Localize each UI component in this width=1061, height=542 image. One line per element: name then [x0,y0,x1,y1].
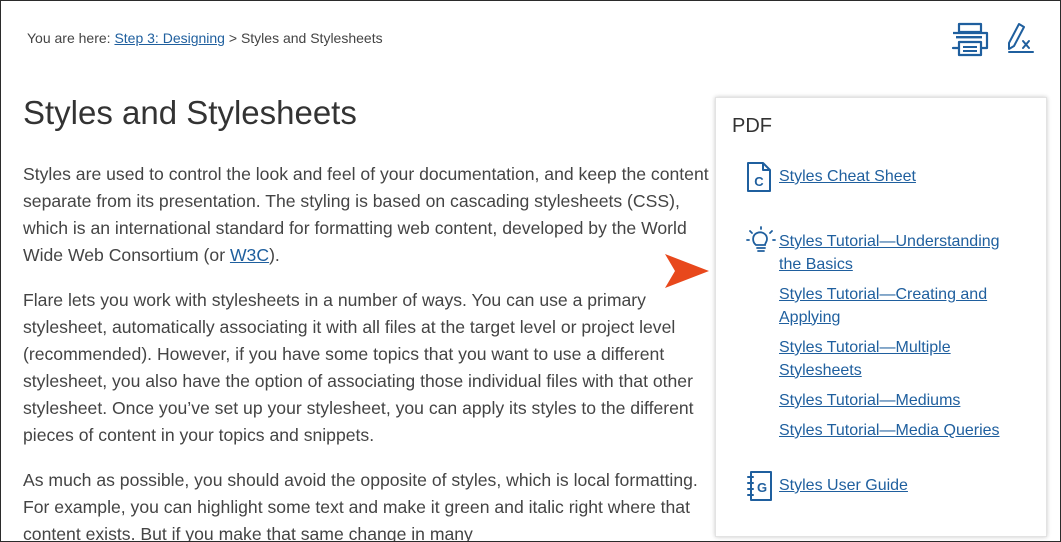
breadcrumb-separator: > [224,30,241,46]
cheat-sheet-icon-letter: C [754,174,764,189]
link-styles-cheat-sheet[interactable]: Styles Cheat Sheet [779,166,1019,189]
paragraph-flare: Flare lets you work with stylesheets in … [23,290,694,445]
breadcrumb-current: Styles and Stylesheets [240,30,383,46]
cheat-sheet-icon: C [747,162,771,192]
pdf-heading: PDF [732,115,772,137]
paragraph-local-formatting: As much as possible, you should avoid th… [23,470,698,542]
paragraph-intro-end: ). [269,245,280,265]
link-tutorial-understanding-basics[interactable]: Styles Tutorial—Understanding the Basics [779,231,1019,276]
breadcrumb-prefix: You are here: [27,30,115,46]
print-icon[interactable] [950,21,990,57]
breadcrumb: You are here: Step 3: Designing > Styles… [27,30,383,46]
user-guide-icon: G [747,471,772,501]
link-tutorial-mediums[interactable]: Styles Tutorial—Mediums [779,390,1019,413]
w3c-link[interactable]: W3C [230,245,269,265]
paragraph-intro-text: Styles are used to control the look and … [23,164,709,265]
pdf-panel: PDF C Styles Cheat Sheet Styles Tutorial… [715,97,1047,537]
user-guide-icon-letter: G [757,480,767,495]
clear-highlight-icon[interactable] [1006,21,1036,57]
link-tutorial-media-queries[interactable]: Styles Tutorial—Media Queries [779,420,1019,443]
page-frame: You are here: Step 3: Designing > Styles… [0,0,1061,542]
paragraph-intro: Styles are used to control the look and … [23,161,713,269]
arrow-pointer-icon [665,254,709,288]
page-title: Styles and Stylesheets [23,94,357,131]
link-tutorial-creating-applying[interactable]: Styles Tutorial—Creating and Applying [779,284,1019,329]
lightbulb-icon [746,226,776,252]
main-content: Styles are used to control the look and … [23,161,713,542]
link-styles-user-guide[interactable]: Styles User Guide [779,475,1019,498]
link-tutorial-multiple-stylesheets[interactable]: Styles Tutorial—Multiple Stylesheets [779,337,1019,382]
breadcrumb-link-step3[interactable]: Step 3: Designing [114,30,225,46]
